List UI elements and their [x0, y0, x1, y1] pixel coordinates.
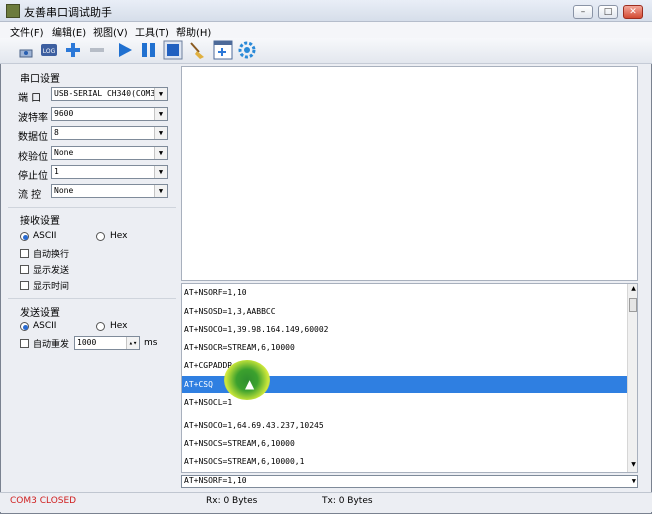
- menu-view[interactable]: 视图(V): [93, 24, 128, 39]
- chevron-down-icon: ▼: [154, 108, 167, 120]
- receive-ascii-radio[interactable]: [20, 232, 29, 241]
- menu-help[interactable]: 帮助(H): [176, 24, 211, 39]
- svg-text:LOG: LOG: [43, 48, 56, 55]
- baud-label: 波特率: [18, 113, 48, 124]
- menu-tools[interactable]: 工具(T): [135, 24, 169, 39]
- chevron-down-icon: ▼: [154, 185, 167, 197]
- parity-value: None: [54, 148, 74, 157]
- log-icon[interactable]: LOG: [39, 40, 59, 60]
- baud-select[interactable]: 9600 ▼: [51, 107, 168, 121]
- tx-count: Tx: 0 Bytes: [322, 496, 373, 506]
- list-item[interactable]: AT+NSOSD=1,3,AABBCC: [182, 303, 627, 320]
- menu-edit[interactable]: 编辑(E): [52, 24, 86, 39]
- stopbits-label: 停止位: [18, 171, 48, 182]
- list-item[interactable]: AT+NSOCS=STREAM,6,10000,1: [182, 453, 627, 470]
- auto-resend-label: 自动重发: [33, 340, 70, 350]
- play-icon[interactable]: [115, 40, 135, 60]
- scroll-up-icon[interactable]: ▲: [629, 285, 637, 295]
- databits-value: 8: [54, 128, 59, 137]
- auto-resend-checkbox[interactable]: [20, 339, 29, 348]
- remove-icon[interactable]: [87, 40, 107, 60]
- receive-hex-radio[interactable]: [96, 232, 105, 241]
- port-select[interactable]: USB-SERIAL CH340(COM3) ▼: [51, 87, 168, 101]
- list-scrollbar[interactable]: ▲ ▼: [627, 284, 637, 472]
- baud-value: 9600: [54, 109, 74, 118]
- spinner-icon[interactable]: ▴▾: [126, 337, 139, 349]
- clear-broom-icon[interactable]: [187, 40, 207, 60]
- list-item[interactable]: AT+NSOCS=STREAM,6,10000: [182, 435, 627, 452]
- flow-select[interactable]: None ▼: [51, 184, 168, 198]
- send-command-value: AT+NSORF=1,10: [184, 476, 247, 485]
- parity-select[interactable]: None ▼: [51, 146, 168, 160]
- scroll-thumb[interactable]: [629, 298, 637, 312]
- scroll-down-icon[interactable]: ▼: [629, 461, 637, 471]
- interval-unit-label: ms: [144, 338, 158, 348]
- send-hex-radio[interactable]: [96, 322, 105, 331]
- add-icon[interactable]: [63, 40, 83, 60]
- minimize-button[interactable]: –: [573, 5, 593, 19]
- close-button[interactable]: ✕: [623, 5, 643, 19]
- rx-count: Rx: 0 Bytes: [206, 496, 258, 506]
- settings-gear-icon[interactable]: [237, 40, 257, 60]
- stop-icon[interactable]: [163, 40, 183, 60]
- receive-text-area[interactable]: [181, 66, 638, 281]
- receive-hex-label: Hex: [110, 231, 128, 241]
- new-window-icon[interactable]: [213, 40, 233, 60]
- menu-file[interactable]: 文件(F): [10, 24, 44, 39]
- mouse-pointer-icon: ▲: [245, 377, 255, 391]
- serial-settings-title: 串口设置: [20, 74, 60, 85]
- receive-ascii-label: ASCII: [33, 231, 57, 241]
- auto-newline-label: 自动换行: [33, 250, 70, 260]
- send-ascii-label: ASCII: [33, 321, 57, 331]
- chevron-down-icon: ▼: [154, 127, 167, 139]
- show-send-label: 显示发送: [33, 266, 70, 276]
- port-value: USB-SERIAL CH340(COM3): [54, 89, 160, 98]
- port-status: COM3 CLOSED: [10, 496, 77, 506]
- list-item[interactable]: AT+NSORF=1,10: [182, 284, 627, 301]
- pause-icon[interactable]: [139, 40, 159, 60]
- send-ascii-radio[interactable]: [20, 322, 29, 331]
- stopbits-value: 1: [54, 167, 59, 176]
- receive-settings-title: 接收设置: [20, 216, 60, 227]
- list-item[interactable]: AT+NSOCO=1,39.98.164.149,60002: [182, 321, 627, 338]
- app-icon: [6, 4, 20, 18]
- flow-label: 流 控: [18, 190, 42, 201]
- show-time-label: 显示时间: [33, 282, 70, 292]
- send-command-combo[interactable]: AT+NSORF=1,10 ▼: [181, 475, 638, 488]
- parity-label: 校验位: [18, 152, 48, 163]
- show-send-checkbox[interactable]: [20, 265, 29, 274]
- show-time-checkbox[interactable]: [20, 281, 29, 290]
- chevron-down-icon: ▼: [154, 147, 167, 159]
- maximize-button[interactable]: □: [598, 5, 618, 19]
- auto-newline-checkbox[interactable]: [20, 249, 29, 258]
- open-port-icon[interactable]: [17, 40, 37, 60]
- send-hex-label: Hex: [110, 321, 128, 331]
- window-title: 友善串口调试助手: [24, 6, 112, 19]
- chevron-down-icon: ▼: [154, 166, 167, 178]
- databits-label: 数据位: [18, 132, 48, 143]
- chevron-down-icon[interactable]: ▼: [632, 476, 636, 486]
- chevron-down-icon: ▼: [154, 88, 167, 100]
- resend-interval-input[interactable]: 1000 ▴▾: [74, 336, 140, 350]
- port-label: 端 口: [18, 93, 42, 104]
- stopbits-select[interactable]: 1 ▼: [51, 165, 168, 179]
- divider: [8, 298, 176, 299]
- databits-select[interactable]: 8 ▼: [51, 126, 168, 140]
- resend-interval-value: 1000: [77, 338, 97, 347]
- divider: [8, 207, 176, 208]
- list-item[interactable]: AT+NSOCR=STREAM,6,10000: [182, 339, 627, 356]
- list-item[interactable]: AT+NSOCO=1,64.69.43.237,10245: [182, 417, 627, 434]
- send-settings-title: 发送设置: [20, 308, 60, 319]
- flow-value: None: [54, 186, 74, 195]
